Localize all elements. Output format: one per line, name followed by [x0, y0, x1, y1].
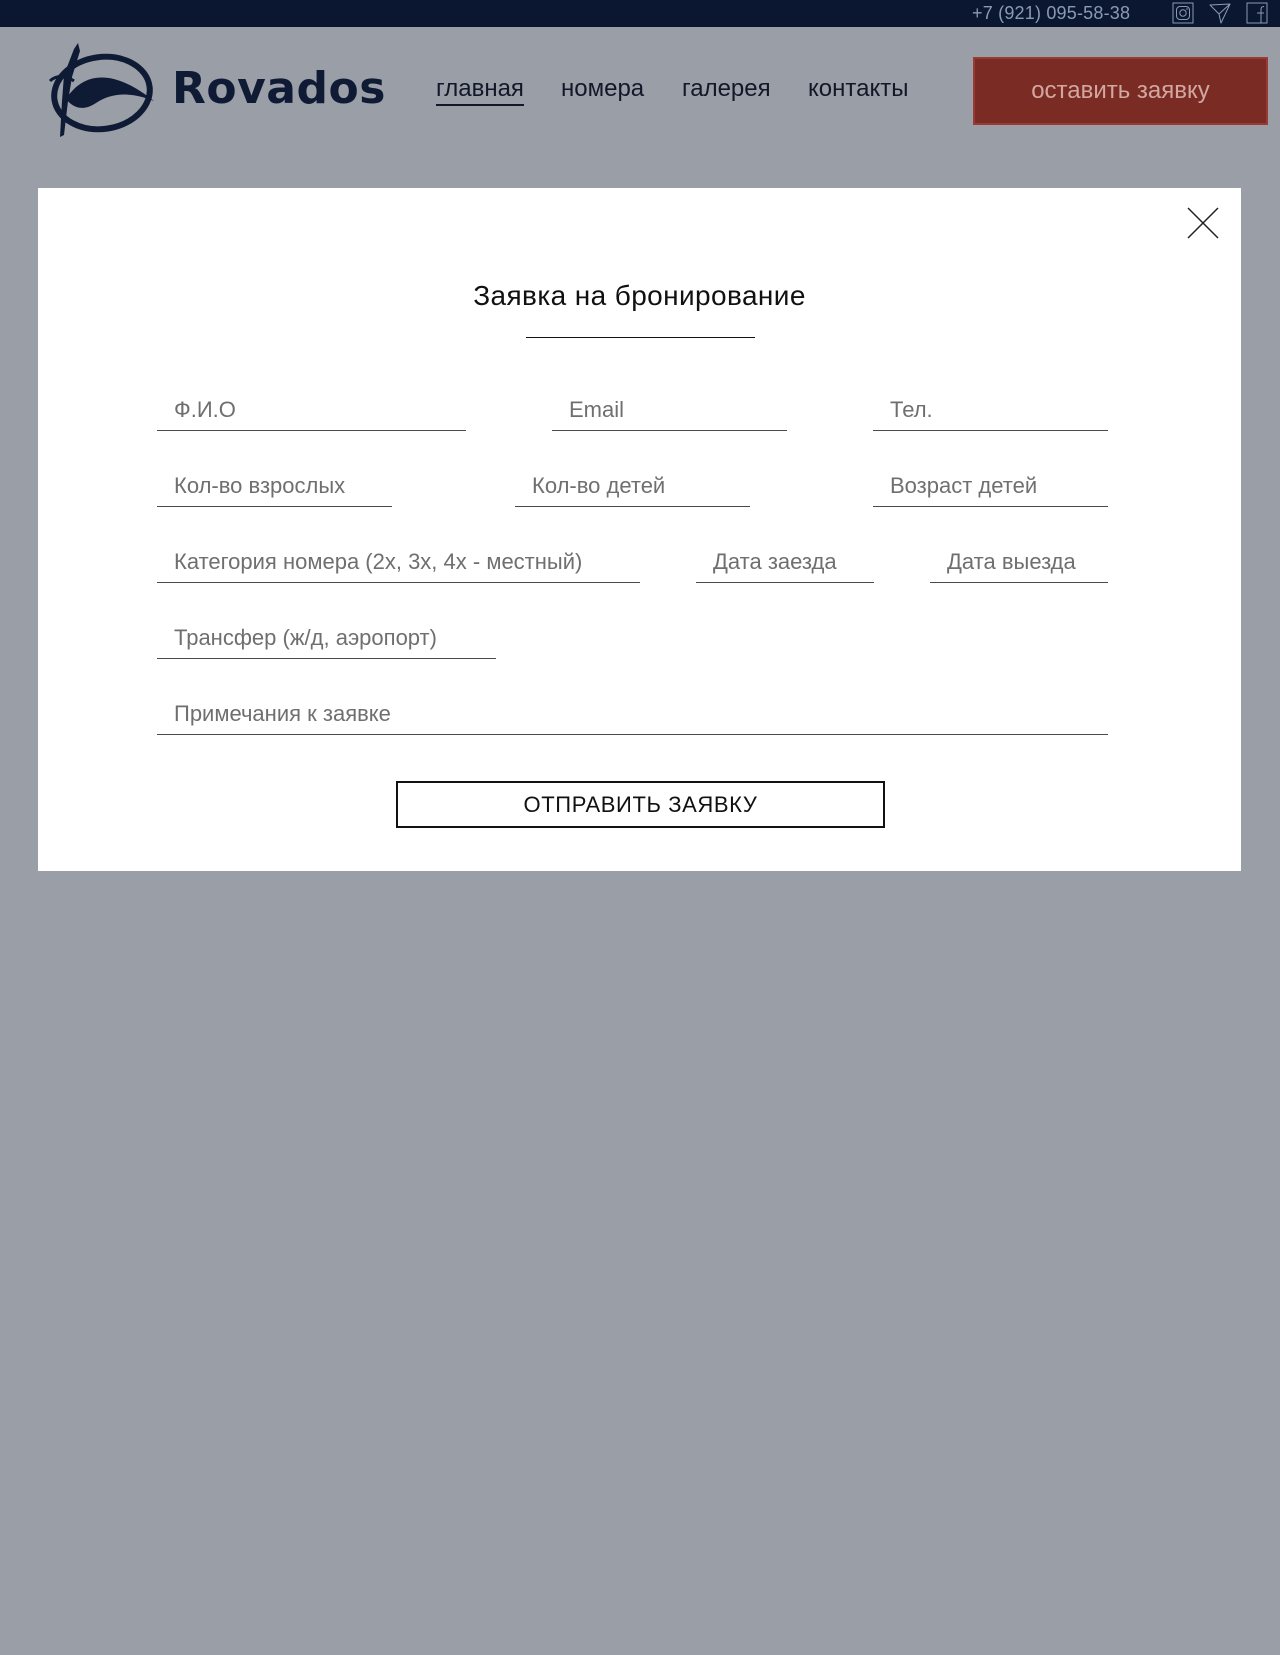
modal-title: Заявка на бронирование — [473, 280, 806, 311]
kids-age-input[interactable] — [873, 465, 1108, 506]
notes-textarea[interactable] — [157, 693, 1108, 734]
email-field-wrapper — [552, 389, 787, 431]
logo[interactable]: Rovados — [44, 41, 389, 141]
facebook-icon[interactable] — [1246, 2, 1268, 24]
adults-field-wrapper — [157, 465, 392, 507]
category-field-wrapper — [157, 541, 640, 583]
leave-request-button[interactable]: оставить заявку — [973, 57, 1268, 125]
kids-count-input[interactable] — [515, 465, 750, 506]
submit-request-button[interactable]: ОТПРАВИТЬ ЗАЯВКУ — [396, 781, 885, 828]
logo-text: Rovados — [172, 63, 386, 114]
kids-age-field-wrapper — [873, 465, 1108, 507]
nav-item-gallery[interactable]: галерея — [682, 75, 771, 103]
name-field-wrapper — [157, 389, 466, 431]
top-bar: +7 (921) 095-58-38 — [0, 0, 1280, 27]
instagram-icon[interactable] — [1172, 2, 1194, 24]
booking-modal: Заявка на бронирование ОТПРАВИТЬ ЗАЯВКУ — [38, 188, 1241, 871]
transfer-input[interactable] — [157, 617, 496, 658]
nav-item-rooms[interactable]: номера — [561, 75, 644, 103]
checkout-field-wrapper — [930, 541, 1108, 583]
phone-input[interactable] — [873, 389, 1108, 430]
name-input[interactable] — [157, 389, 466, 430]
notes-field-wrapper — [157, 693, 1108, 735]
kids-field-wrapper — [515, 465, 750, 507]
checkin-field-wrapper — [696, 541, 874, 583]
checkin-date-input[interactable] — [696, 541, 874, 582]
phone-field-wrapper — [873, 389, 1108, 431]
checkout-date-input[interactable] — [930, 541, 1108, 582]
logo-emblem-icon — [44, 41, 160, 141]
telegram-icon[interactable] — [1209, 2, 1231, 24]
close-icon[interactable] — [1186, 206, 1220, 240]
site-header: Rovados главная номера галерея контакты … — [0, 27, 1280, 147]
room-category-input[interactable] — [157, 541, 640, 582]
transfer-field-wrapper — [157, 617, 496, 659]
nav-item-contacts[interactable]: контакты — [808, 75, 908, 103]
phone-link[interactable]: +7 (921) 095-58-38 — [972, 3, 1130, 24]
email-input[interactable] — [552, 389, 787, 430]
nav-item-home[interactable]: главная — [436, 75, 524, 106]
adults-count-input[interactable] — [157, 465, 392, 506]
title-divider — [526, 337, 755, 338]
